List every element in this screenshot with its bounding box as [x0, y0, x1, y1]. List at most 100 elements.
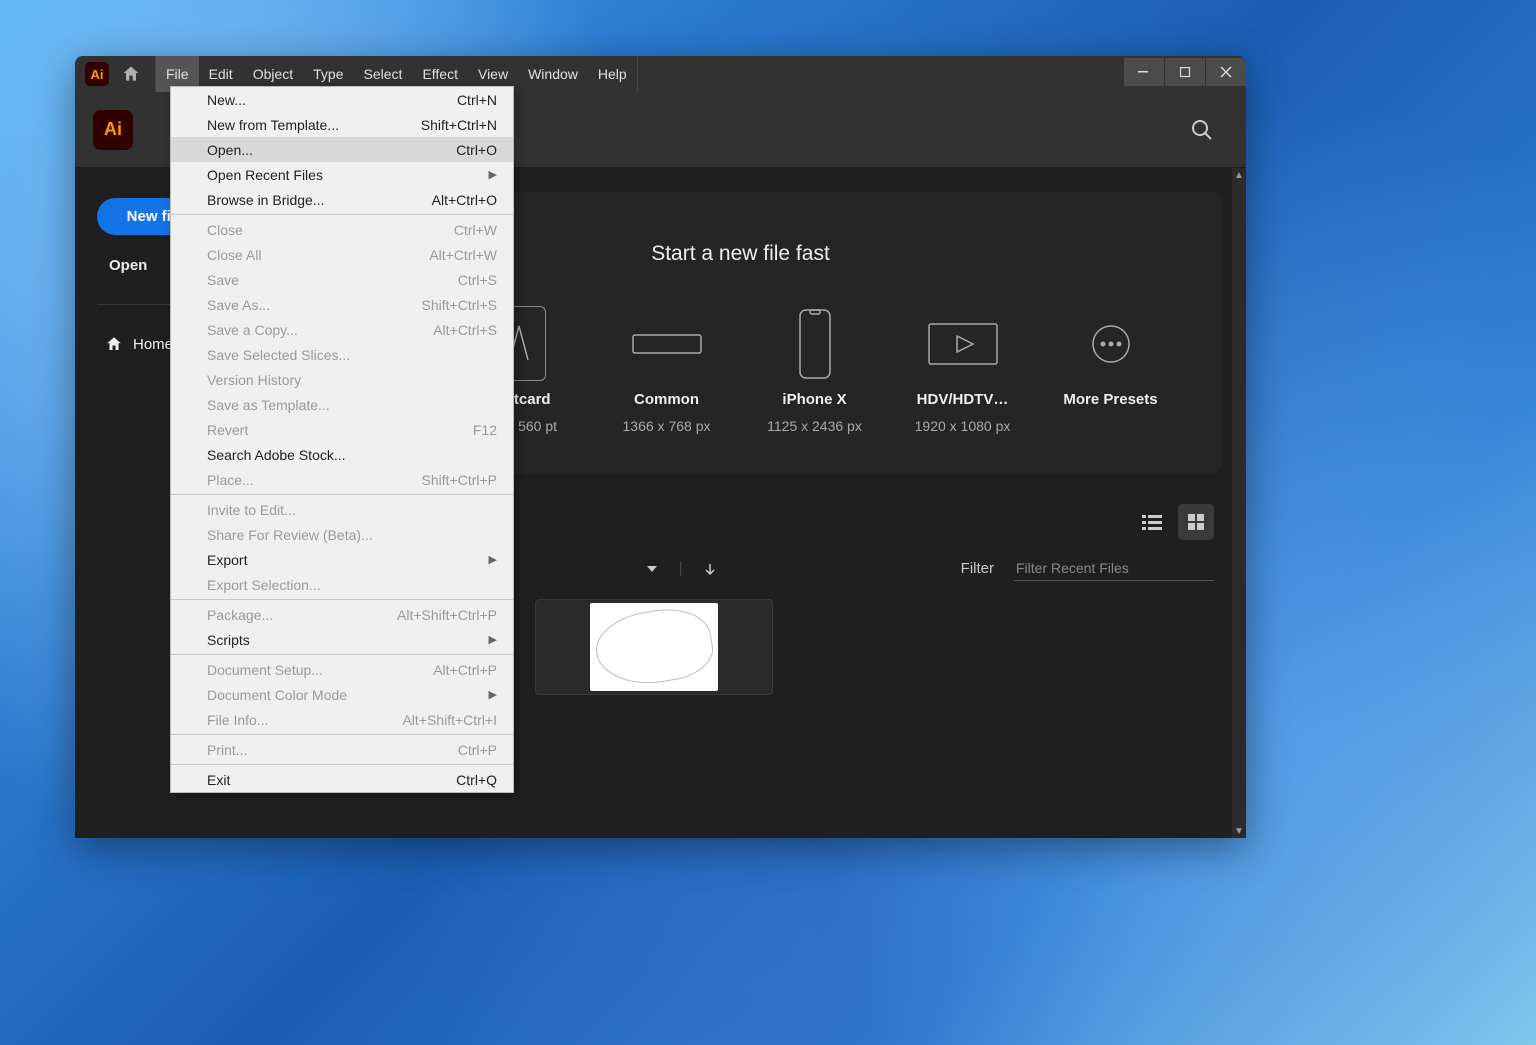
recent-file-thumb[interactable]	[535, 599, 773, 695]
menu-item-label: Export Selection...	[207, 577, 321, 593]
menu-help[interactable]: Help	[588, 56, 637, 92]
menu-item-label: Save Selected Slices...	[207, 347, 350, 363]
menu-shortcut: Alt+Shift+Ctrl+I	[402, 712, 497, 728]
menu-item-place: Place...Shift+Ctrl+P	[171, 467, 513, 492]
menu-item-label: Browse in Bridge...	[207, 192, 325, 208]
menu-item-label: Save a Copy...	[207, 322, 298, 338]
menu-item-invite-to-edit: Invite to Edit...	[171, 497, 513, 522]
grid-view-button[interactable]	[1178, 504, 1214, 540]
menu-item-export[interactable]: Export ▶	[171, 547, 513, 572]
menu-item-label: New from Template...	[207, 117, 339, 133]
menu-separator	[171, 654, 513, 655]
menu-item-browse-in-bridge[interactable]: Browse in Bridge... Alt+Ctrl+O	[171, 187, 513, 212]
menu-window[interactable]: Window	[518, 56, 588, 92]
submenu-arrow-icon: ▶	[489, 688, 497, 701]
screen-icon	[629, 306, 704, 381]
menu-item-close: Close Ctrl+W	[171, 217, 513, 242]
menu-separator	[171, 599, 513, 600]
menu-item-search-adobe-stock[interactable]: Search Adobe Stock...	[171, 442, 513, 467]
menu-shortcut: Alt+Ctrl+W	[429, 247, 497, 263]
minimize-button[interactable]	[1124, 58, 1164, 86]
menu-shortcut: Ctrl+Q	[456, 772, 497, 788]
menu-item-save-a-copy: Save a Copy... Alt+Ctrl+S	[171, 317, 513, 342]
menu-item-document-color-mode: Document Color Mode ▶	[171, 682, 513, 707]
window-controls	[1124, 62, 1246, 86]
menu-shortcut: Ctrl+N	[457, 92, 497, 108]
preset-dim: 1366 x 768 px	[623, 418, 711, 434]
menu-shortcut: Alt+Ctrl+S	[433, 322, 497, 338]
home-icon	[105, 335, 123, 353]
menu-item-label: Exit	[207, 772, 230, 788]
menu-item-label: Print...	[207, 742, 247, 758]
menu-item-close-all: Close AllAlt+Ctrl+W	[171, 242, 513, 267]
maximize-button[interactable]	[1165, 58, 1205, 86]
video-icon	[925, 306, 1000, 381]
scrollbar[interactable]: ▲ ▼	[1232, 168, 1246, 838]
file-menu-dropdown: New... Ctrl+N New from Template... Shift+Ct…	[170, 86, 514, 793]
menu-shortcut: Ctrl+S	[458, 272, 497, 288]
submenu-arrow-icon: ▶	[489, 553, 497, 566]
preset-hdtv[interactable]: HDV/HDTV… 1920 x 1080 px	[913, 306, 1013, 434]
menu-item-label: Version History	[207, 372, 301, 388]
menu-item-label: Export	[207, 552, 247, 568]
preset-common[interactable]: Common 1366 x 768 px	[617, 306, 717, 434]
filter-label: Filter	[961, 560, 994, 577]
menu-shortcut: Ctrl+W	[454, 222, 497, 238]
menu-item-label: Document Color Mode	[207, 687, 347, 703]
menu-shortcut: Shift+Ctrl+N	[421, 117, 497, 133]
scroll-up-icon[interactable]: ▲	[1232, 168, 1246, 182]
preset-dim: 1125 x 2436 px	[767, 418, 862, 434]
menu-item-label: Save As...	[207, 297, 270, 313]
menu-item-label: Open...	[207, 142, 253, 158]
list-view-button[interactable]	[1134, 504, 1170, 540]
search-icon[interactable]	[1190, 118, 1214, 142]
menu-item-scripts[interactable]: Scripts ▶	[171, 627, 513, 652]
menu-item-save-as-template: Save as Template...	[171, 392, 513, 417]
preset-more[interactable]: More Presets	[1061, 306, 1161, 434]
menu-item-label: Close	[207, 222, 243, 238]
phone-icon	[777, 306, 852, 381]
menu-item-exit[interactable]: Exit Ctrl+Q	[171, 767, 513, 792]
menu-separator	[171, 764, 513, 765]
menu-item-label: Save as Template...	[207, 397, 330, 413]
sort-direction-icon[interactable]	[703, 562, 717, 576]
menu-item-label: Invite to Edit...	[207, 502, 296, 518]
menu-item-print: Print... Ctrl+P	[171, 737, 513, 762]
menu-item-new-from-template[interactable]: New from Template... Shift+Ctrl+N	[171, 112, 513, 137]
preset-iphone[interactable]: iPhone X 1125 x 2436 px	[765, 306, 865, 434]
submenu-arrow-icon: ▶	[489, 168, 497, 181]
menu-item-open[interactable]: Open... Ctrl+O	[171, 137, 513, 162]
app-icon: Ai	[85, 62, 109, 86]
menu-item-share-for-review-beta: Share For Review (Beta)...	[171, 522, 513, 547]
menu-item-label: Share For Review (Beta)...	[207, 527, 373, 543]
menu-item-revert: RevertF12	[171, 417, 513, 442]
menu-separator	[171, 214, 513, 215]
menu-item-label: Scripts	[207, 632, 250, 648]
home-icon[interactable]	[117, 60, 145, 88]
menu-item-version-history: Version History	[171, 367, 513, 392]
filter-input[interactable]	[1014, 556, 1214, 581]
close-button[interactable]	[1206, 58, 1246, 86]
preset-label: Common	[634, 391, 699, 408]
menu-item-label: Open Recent Files	[207, 167, 323, 183]
menu-shortcut: Alt+Shift+Ctrl+P	[397, 607, 497, 623]
menu-item-label: Document Setup...	[207, 662, 323, 678]
menu-shortcut: F12	[473, 422, 497, 438]
menu-item-label: Package...	[207, 607, 273, 623]
menu-shortcut: Alt+Ctrl+P	[433, 662, 497, 678]
menu-item-save-selected-slices: Save Selected Slices...	[171, 342, 513, 367]
menu-shortcut: Ctrl+O	[456, 142, 497, 158]
scroll-down-icon[interactable]: ▼	[1232, 824, 1246, 838]
preset-label: HDV/HDTV…	[917, 391, 1009, 408]
menu-separator	[171, 734, 513, 735]
sidebar-home-label: Home	[133, 336, 173, 353]
menu-item-open-recent-files[interactable]: Open Recent Files ▶	[171, 162, 513, 187]
menu-item-new[interactable]: New... Ctrl+N	[171, 87, 513, 112]
submenu-arrow-icon: ▶	[489, 633, 497, 646]
menu-shortcut: Alt+Ctrl+O	[432, 192, 497, 208]
menu-shortcut: Ctrl+P	[458, 742, 497, 758]
menu-item-file-info: File Info...Alt+Shift+Ctrl+I	[171, 707, 513, 732]
chevron-down-icon[interactable]	[645, 562, 659, 576]
preset-label: More Presets	[1063, 391, 1157, 408]
menu-item-label: New...	[207, 92, 246, 108]
